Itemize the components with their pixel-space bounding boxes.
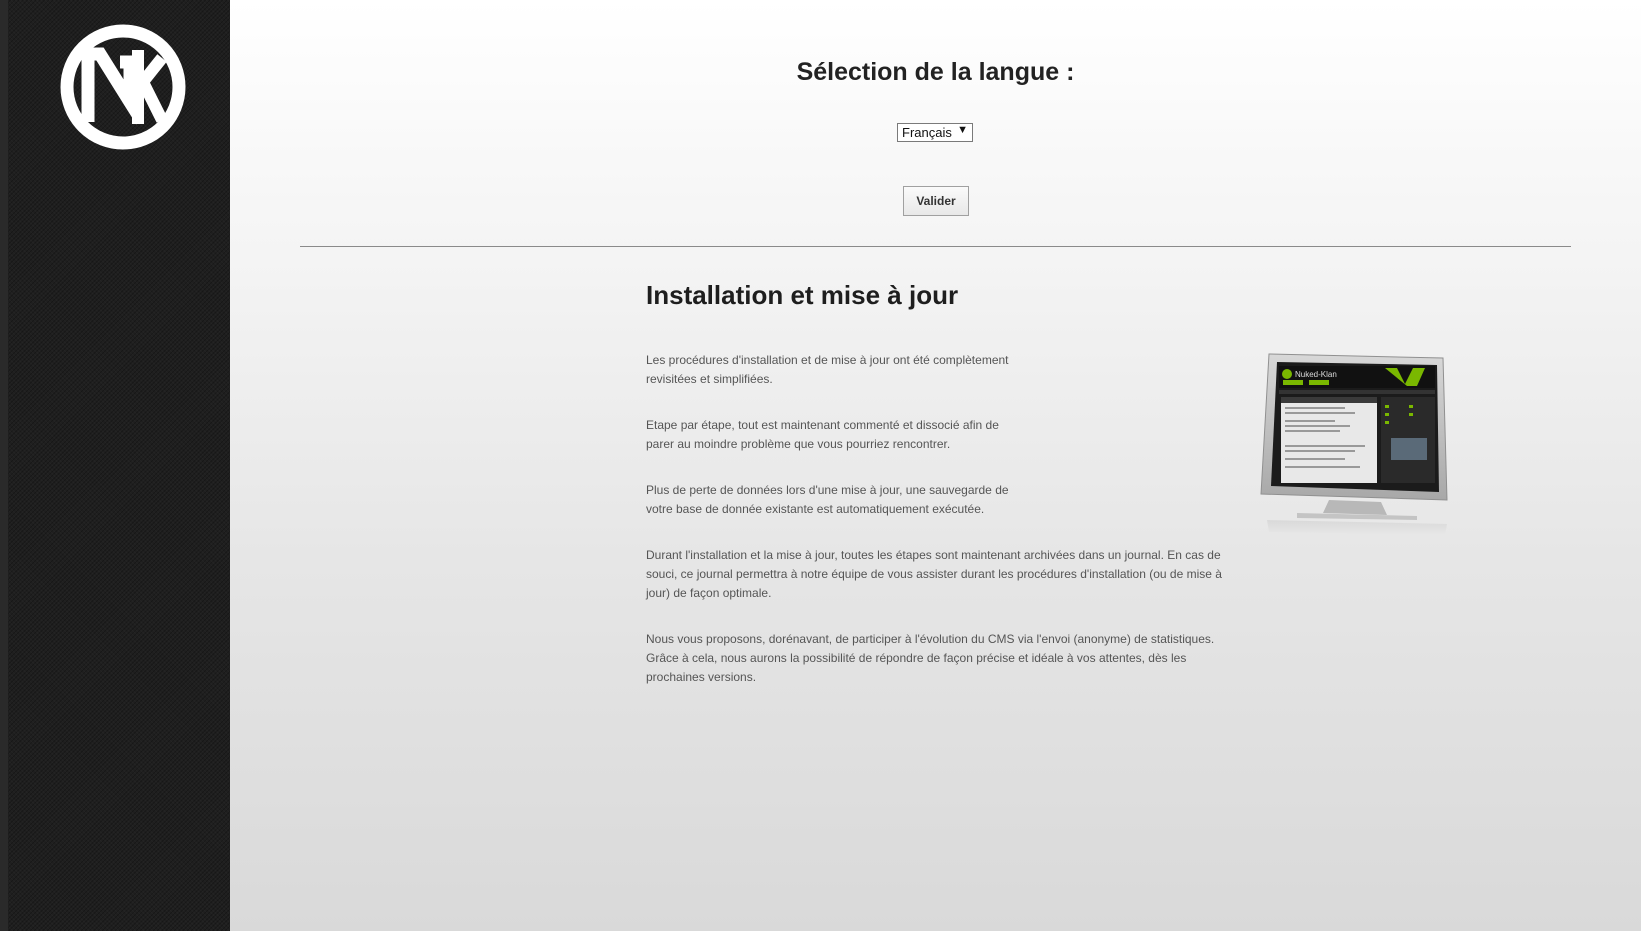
install-paragraph: Durant l'installation et la mise à jour,… xyxy=(646,548,1222,600)
screenshot-brand: Nuked-Klan xyxy=(1295,370,1337,379)
install-title: Installation et mise à jour xyxy=(646,280,959,310)
sidebar xyxy=(0,0,230,931)
validate-button[interactable]: Valider xyxy=(903,186,969,216)
main-content: Sélection de la langue : Français ▼ Vali… xyxy=(230,0,1641,931)
language-title: Sélection de la langue : xyxy=(796,58,1075,86)
install-paragraph: Plus de perte de données lors d'une mise… xyxy=(646,483,1009,516)
monitor-screenshot-image: Nuked-Klan xyxy=(1260,353,1448,535)
install-paragraph: Etape par étape, tout est maintenant com… xyxy=(646,418,999,451)
install-section: Installation et mise à jour Les procédur… xyxy=(646,280,1236,684)
language-select[interactable]: Français ▼ xyxy=(897,123,973,142)
nk-logo-icon xyxy=(60,24,186,150)
install-paragraph: Nous vous proposons, dorénavant, de part… xyxy=(646,632,1215,684)
language-select-value: Français xyxy=(902,125,952,140)
divider xyxy=(300,246,1571,247)
install-paragraph: Les procédures d'installation et de mise… xyxy=(646,353,1009,386)
dropdown-arrow-icon: ▼ xyxy=(957,124,968,136)
